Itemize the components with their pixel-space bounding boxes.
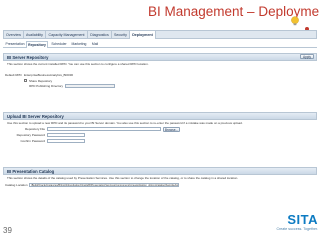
default-rpd-value: EnterpriseBusinessAnalytics_BI0030 — [24, 73, 74, 77]
subtab-marketing[interactable]: Marketing — [69, 41, 89, 48]
section-title: Upload BI Server Repository — [7, 114, 64, 119]
section-header-server-repository: BI Server Repository — [3, 53, 317, 61]
tab-security[interactable]: Security — [112, 31, 130, 39]
tab-diagnostics[interactable]: Diagnostics — [88, 31, 112, 39]
publishing-directory-label: RPD Publishing Directory — [29, 84, 63, 88]
enterprise-manager-panel: Overview Availability Capacity Managemen… — [3, 30, 317, 200]
repository-password-label: Repository Password — [16, 133, 45, 137]
tab-deployment[interactable]: Deployment — [130, 31, 156, 39]
section-description: This section shows the current installed… — [7, 62, 149, 66]
confirm-password-field[interactable] — [47, 139, 85, 143]
share-repository-label: Share Repository — [29, 78, 53, 83]
section-title: BI Presentation Catalog — [7, 169, 55, 174]
section-description: Use this section to upload a new RPD and… — [7, 121, 243, 125]
page-number: 39 — [3, 226, 12, 235]
repository-file-field[interactable] — [47, 127, 161, 131]
catalog-location-label: Catalog Location — [5, 183, 28, 187]
subtab-presentation[interactable]: Presentation — [4, 41, 26, 48]
apply-button[interactable]: Apply — [300, 54, 314, 59]
repository-file-label: Repository File — [24, 127, 45, 131]
logo-tagline: Create success. Together. — [276, 227, 318, 231]
subtab-mail[interactable]: Mail — [89, 41, 101, 48]
browse-button[interactable]: Browse... — [163, 126, 180, 132]
top-tab-bar: Overview Availability Capacity Managemen… — [3, 30, 317, 39]
repository-password-field[interactable] — [47, 133, 85, 137]
section-description: This section shows the details of the ca… — [7, 176, 239, 180]
publishing-directory-field[interactable] — [65, 84, 115, 88]
logo-mark: SITA — [287, 212, 318, 227]
share-repository-checkbox[interactable] — [24, 79, 27, 82]
catalog-location-field[interactable]: /Build/Oracle/Instances/BIInst/bifoundat… — [29, 183, 179, 187]
default-rpd-label: Default RPD — [5, 73, 22, 77]
subtab-repository[interactable]: Repository — [26, 41, 48, 48]
section-header-presentation-catalog: BI Presentation Catalog — [3, 167, 317, 175]
tab-overview[interactable]: Overview — [4, 31, 24, 39]
section-header-upload-repository: Upload BI Server Repository — [3, 112, 317, 120]
tab-capacity-management[interactable]: Capacity Management — [46, 31, 88, 39]
lightbulb-icon — [291, 16, 299, 26]
sub-tab-bar: Presentation Repository Scheduler Market… — [3, 40, 317, 48]
subtab-scheduler[interactable]: Scheduler — [49, 41, 69, 48]
section-title: BI Server Repository — [7, 55, 49, 60]
confirm-password-label: Confirm Password — [20, 139, 45, 143]
tab-availability[interactable]: Availability — [24, 31, 46, 39]
sita-logo: SITA Create success. Together. — [272, 213, 318, 232]
